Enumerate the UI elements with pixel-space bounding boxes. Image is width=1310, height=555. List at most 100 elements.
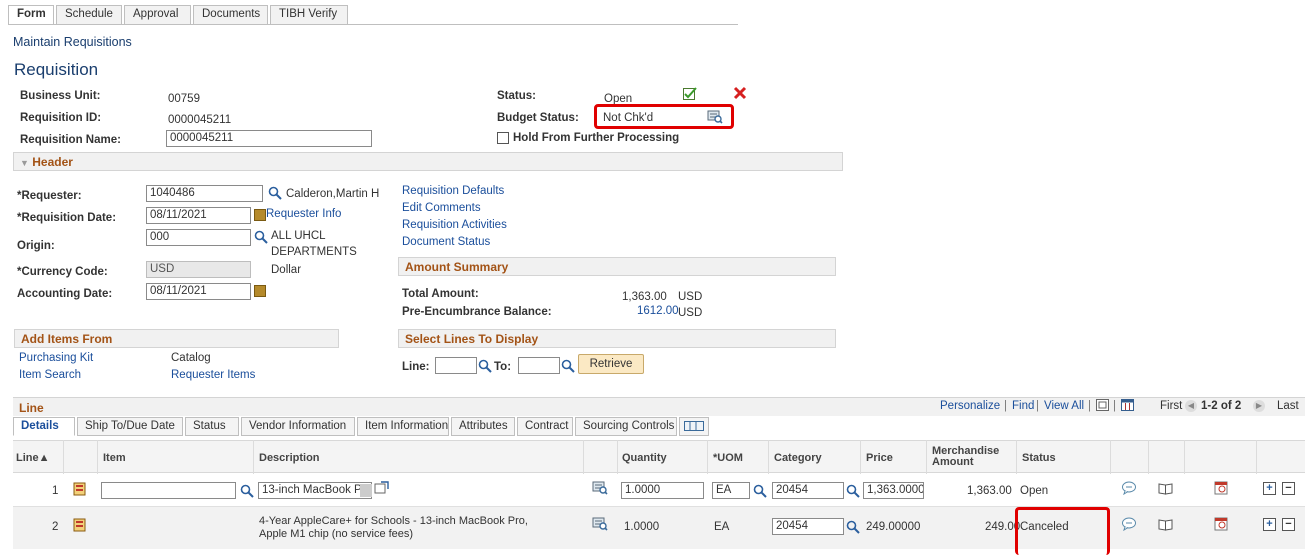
personalize-link[interactable]: Personalize (940, 400, 1000, 412)
search-icon[interactable] (240, 484, 254, 498)
comment-icon[interactable] (1121, 481, 1137, 495)
col-line[interactable]: Line▲ (16, 452, 50, 464)
line-to-input[interactable] (518, 357, 560, 374)
row1-price-input[interactable]: 1,363.00000 (863, 482, 924, 499)
line-from-input[interactable] (435, 357, 477, 374)
accounting-date-input[interactable]: 08/11/2021 (146, 283, 251, 300)
tab-form[interactable]: Form (8, 5, 54, 24)
origin-desc-line2: DEPARTMENTS (271, 246, 357, 258)
search-icon[interactable] (561, 359, 575, 373)
add-row-icon[interactable]: + (1263, 482, 1276, 495)
status-label: Status: (497, 90, 536, 102)
total-amount-value: 1,363.00 (622, 291, 667, 303)
row2-category-input[interactable]: 20454 (772, 518, 844, 535)
check-icon[interactable] (683, 87, 697, 100)
tab-divider (8, 24, 738, 25)
grid-tab-vendor-info[interactable]: Vendor Information (241, 417, 355, 436)
calendar-icon[interactable] (254, 209, 266, 221)
tab-schedule[interactable]: Schedule (56, 5, 122, 24)
tab-tibh-verify[interactable]: TIBH Verify (270, 5, 348, 24)
schedule-icon[interactable] (73, 482, 87, 496)
item-search-link[interactable]: Item Search (19, 369, 81, 381)
expand-text-icon[interactable] (374, 481, 390, 495)
add-row-icon[interactable]: + (1263, 518, 1276, 531)
col-category[interactable]: Category (774, 452, 822, 464)
col-price[interactable]: Price (866, 452, 893, 464)
calendar-icon[interactable] (254, 285, 266, 297)
resize-handle-icon[interactable] (360, 484, 372, 497)
requester-info-link[interactable]: Requester Info (266, 208, 341, 220)
tab-label: Sourcing Controls (583, 420, 675, 432)
download-excel-icon[interactable] (1121, 399, 1135, 412)
search-icon[interactable] (753, 484, 767, 498)
grid-tab-ship-to[interactable]: Ship To/Due Date (77, 417, 183, 436)
hold-checkbox[interactable] (497, 132, 509, 144)
delete-row-icon[interactable]: − (1282, 518, 1295, 531)
book-icon[interactable] (1158, 518, 1174, 531)
origin-input[interactable]: 000 (146, 229, 251, 246)
requisition-id-value: 0000045211 (168, 114, 232, 126)
col-status[interactable]: Status (1022, 452, 1056, 464)
col-description[interactable]: Description (259, 452, 320, 464)
grid-tab-item-info[interactable]: Item Information (357, 417, 449, 436)
requisition-date-input[interactable]: 08/11/2021 (146, 207, 251, 224)
purchasing-kit-link[interactable]: Purchasing Kit (19, 352, 93, 364)
previous-icon[interactable]: ◀ (1185, 400, 1197, 412)
find-link[interactable]: Find (1012, 400, 1034, 412)
col-quantity[interactable]: Quantity (622, 452, 667, 464)
last-label[interactable]: Last (1277, 400, 1299, 412)
nav-separator: | (1088, 400, 1091, 412)
row1-status: Open (1020, 485, 1049, 497)
requisition-name-input[interactable]: 0000045211 (166, 130, 372, 147)
requester-items-link[interactable]: Requester Items (171, 369, 255, 381)
row1-item-input[interactable] (101, 482, 236, 499)
header-section-bar[interactable]: ▼ Header (13, 152, 843, 171)
grid-tab-sourcing-controls[interactable]: Sourcing Controls (575, 417, 677, 436)
search-icon[interactable] (478, 359, 492, 373)
requester-input[interactable]: 1040486 (146, 185, 263, 202)
schedule-icon[interactable] (73, 518, 87, 532)
tab-documents[interactable]: Documents (193, 5, 268, 24)
book-icon[interactable] (1158, 482, 1174, 495)
item-details-icon[interactable] (592, 517, 608, 531)
tab-label: Vendor Information (249, 420, 347, 432)
row1-uom-input[interactable]: EA (712, 482, 750, 499)
retrieve-button[interactable]: Retrieve (578, 354, 644, 374)
edit-comments-link[interactable]: Edit Comments (402, 202, 481, 214)
search-icon[interactable] (846, 484, 860, 498)
tab-approval[interactable]: Approval (124, 5, 191, 24)
row1-description-input[interactable]: 13-inch MacBook Pro: (258, 482, 372, 499)
row1-quantity-input[interactable]: 1.0000 (621, 482, 704, 499)
grid-tab-attributes[interactable]: Attributes (451, 417, 515, 436)
col-item[interactable]: Item (103, 452, 126, 464)
schedule-calendar-icon[interactable] (1214, 516, 1228, 531)
zoom-grid-icon[interactable] (1096, 399, 1110, 412)
comment-icon[interactable] (1121, 517, 1137, 531)
show-all-columns-icon[interactable] (679, 417, 709, 436)
document-status-link[interactable]: Document Status (402, 236, 490, 248)
line-from-label: Line: (402, 361, 430, 373)
requisition-defaults-link[interactable]: Requisition Defaults (402, 185, 504, 197)
grid-tab-status[interactable]: Status (185, 417, 239, 436)
schedule-calendar-icon[interactable] (1214, 480, 1228, 495)
grid-tab-details[interactable]: Details (13, 417, 75, 436)
col-uom[interactable]: *UOM (713, 452, 743, 464)
search-icon[interactable] (846, 520, 860, 534)
pre-encumbrance-value[interactable]: 1612.00 (637, 305, 679, 317)
select-lines-bar: Select Lines To Display (398, 329, 836, 348)
cancel-x-icon[interactable] (733, 86, 747, 100)
item-details-icon[interactable] (592, 481, 608, 495)
search-icon[interactable] (254, 230, 268, 244)
amount-summary-bar: Amount Summary (398, 257, 836, 276)
requisition-activities-link[interactable]: Requisition Activities (402, 219, 507, 231)
grid-tab-contract[interactable]: Contract (517, 417, 573, 436)
row1-category-input[interactable]: 20454 (772, 482, 844, 499)
view-all-link[interactable]: View All (1044, 400, 1084, 412)
next-icon[interactable]: ▶ (1253, 400, 1265, 412)
delete-row-icon[interactable]: − (1282, 482, 1295, 495)
first-label[interactable]: First (1160, 400, 1182, 412)
col-merchandise-amount[interactable]: Merchandise Amount (932, 446, 999, 468)
budget-status-label: Budget Status: (497, 112, 579, 124)
business-unit-value: 00759 (168, 93, 200, 105)
search-icon[interactable] (268, 186, 282, 200)
